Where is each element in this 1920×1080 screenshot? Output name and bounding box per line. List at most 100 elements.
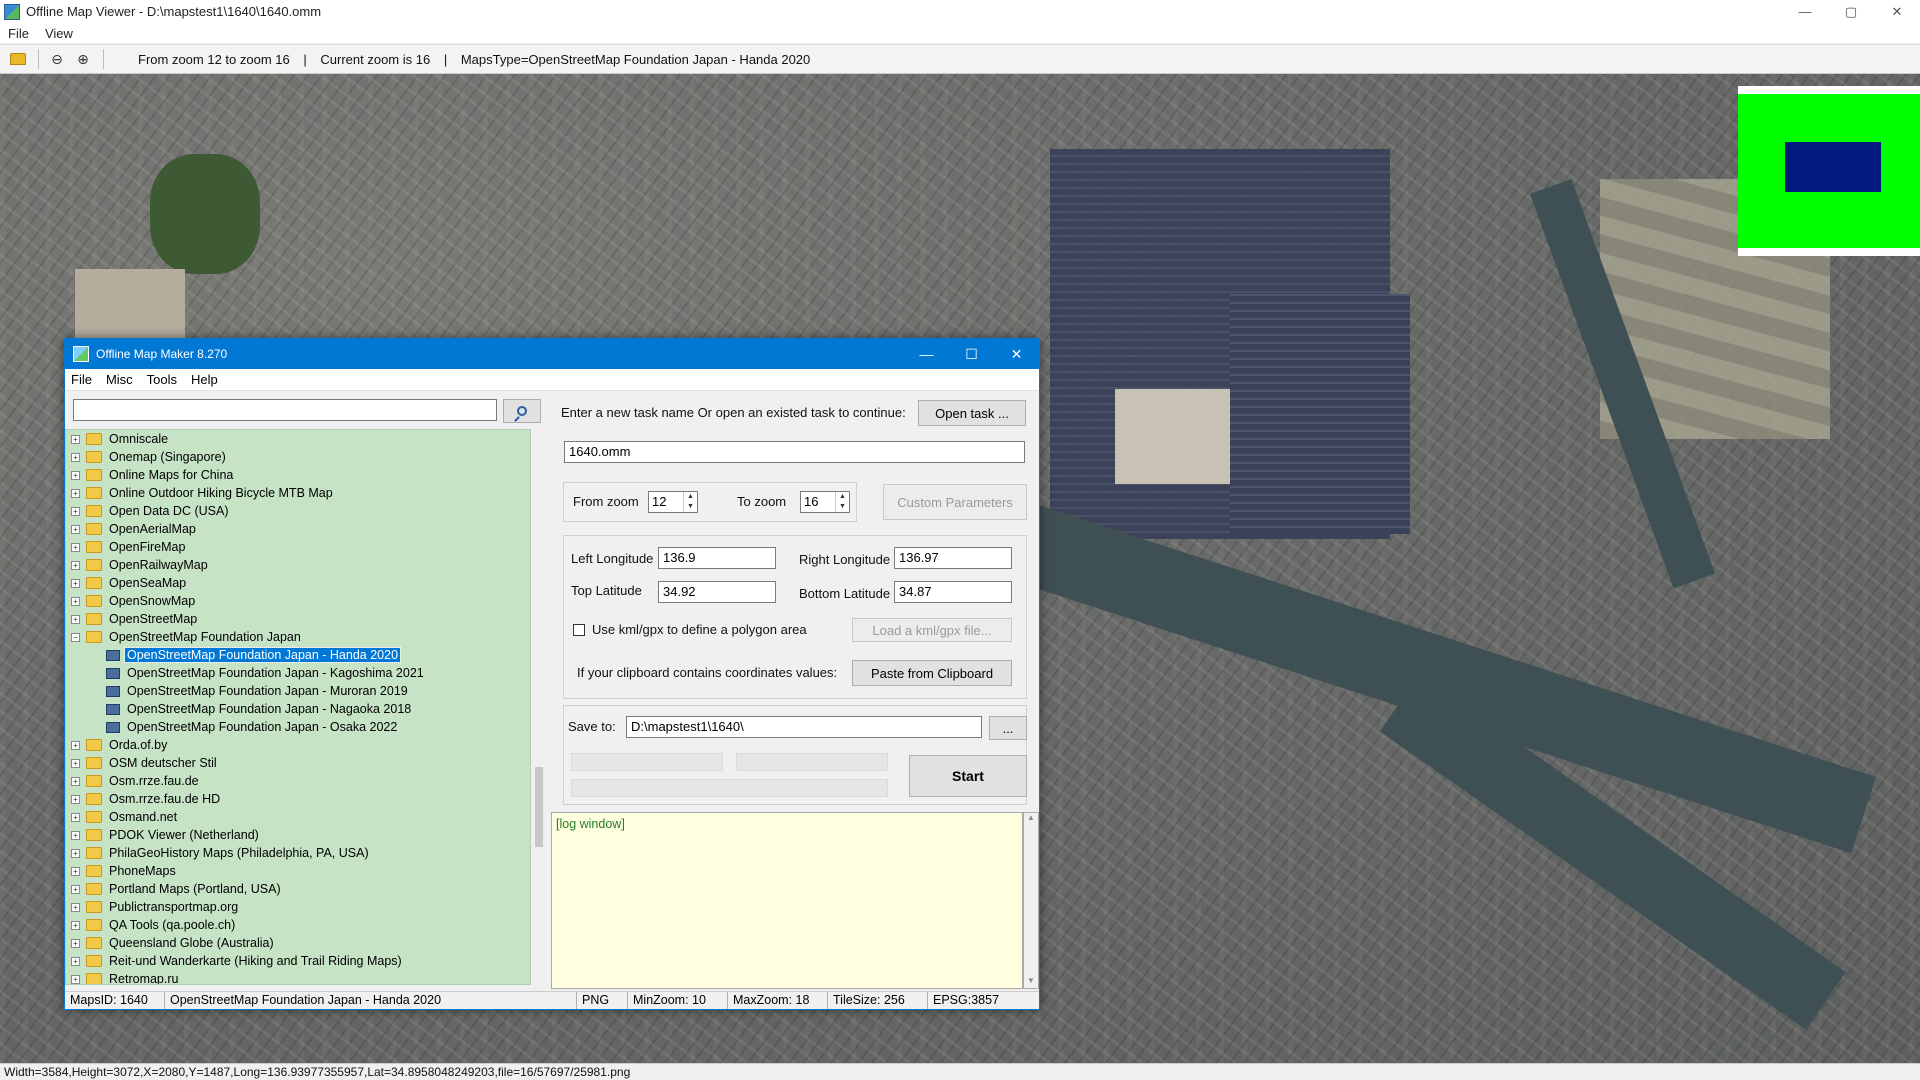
tree-map-item[interactable]: OpenStreetMap Foundation Japan - Osaka 2… bbox=[66, 718, 530, 736]
open-file-button[interactable] bbox=[6, 48, 30, 70]
tree-scrollbar[interactable] bbox=[531, 429, 547, 985]
tree-folder-item[interactable]: + OpenAerialMap bbox=[66, 520, 530, 538]
tree-folder-item[interactable]: − OpenStreetMap Foundation Japan bbox=[66, 628, 530, 646]
browse-button[interactable]: ... bbox=[989, 716, 1027, 740]
expand-icon[interactable]: + bbox=[71, 524, 80, 534]
left-longitude-input[interactable]: 136.9 bbox=[658, 547, 776, 569]
menu-view[interactable]: View bbox=[45, 26, 73, 41]
overview-minimap[interactable] bbox=[1738, 86, 1920, 256]
expand-icon[interactable]: + bbox=[71, 740, 80, 750]
expand-icon[interactable]: + bbox=[71, 542, 80, 552]
dialog-menu-misc[interactable]: Misc bbox=[106, 372, 133, 387]
expand-icon[interactable]: + bbox=[71, 488, 80, 498]
tree-folder-item[interactable]: + Open Data DC (USA) bbox=[66, 502, 530, 520]
scroll-down-icon[interactable]: ▼ bbox=[1024, 976, 1038, 988]
tree-map-item[interactable]: OpenStreetMap Foundation Japan - Nagaoka… bbox=[66, 700, 530, 718]
load-kml-button[interactable]: Load a kml/gpx file... bbox=[852, 618, 1012, 642]
tree-folder-item[interactable]: + Publictransportmap.org bbox=[66, 898, 530, 916]
minimize-button[interactable]: — bbox=[1782, 0, 1828, 23]
tree-folder-item[interactable]: + Queensland Globe (Australia) bbox=[66, 934, 530, 952]
tree-folder-item[interactable]: + PhoneMaps bbox=[66, 862, 530, 880]
tree-folder-item[interactable]: + OpenStreetMap bbox=[66, 610, 530, 628]
tree-folder-item[interactable]: + Online Outdoor Hiking Bicycle MTB Map bbox=[66, 484, 530, 502]
dialog-menu-tools[interactable]: Tools bbox=[147, 372, 177, 387]
expand-icon[interactable]: + bbox=[71, 812, 80, 822]
spin-down-icon[interactable]: ▼ bbox=[684, 502, 697, 512]
tree-folder-item[interactable]: + OpenFireMap bbox=[66, 538, 530, 556]
close-button[interactable]: ✕ bbox=[1874, 0, 1920, 23]
tree-scroll-thumb[interactable] bbox=[535, 767, 543, 847]
log-window[interactable]: [log window] bbox=[551, 812, 1023, 989]
tree-folder-item[interactable]: + Osm.rrze.fau.de bbox=[66, 772, 530, 790]
tree-folder-item[interactable]: + Onemap (Singapore) bbox=[66, 448, 530, 466]
tree-map-item[interactable]: OpenStreetMap Foundation Japan - Handa 2… bbox=[66, 646, 530, 664]
save-path-input[interactable]: D:\mapstest1\1640\ bbox=[626, 716, 982, 738]
paste-clipboard-button[interactable]: Paste from Clipboard bbox=[852, 660, 1012, 686]
expand-icon[interactable]: + bbox=[71, 794, 80, 804]
expand-icon[interactable]: + bbox=[71, 902, 80, 912]
tree-map-item[interactable]: OpenStreetMap Foundation Japan - Muroran… bbox=[66, 682, 530, 700]
expand-icon[interactable]: + bbox=[71, 938, 80, 948]
zoom-in-button[interactable]: ⊕ bbox=[71, 48, 95, 70]
log-scrollbar[interactable]: ▲ ▼ bbox=[1023, 812, 1039, 989]
spin-up-icon[interactable]: ▲ bbox=[836, 492, 849, 502]
expand-icon[interactable]: + bbox=[71, 974, 80, 984]
tree-folder-item[interactable]: + PDOK Viewer (Netherland) bbox=[66, 826, 530, 844]
spin-up-icon[interactable]: ▲ bbox=[684, 492, 697, 502]
menu-file[interactable]: File bbox=[8, 26, 29, 41]
overview-viewport[interactable] bbox=[1785, 142, 1881, 192]
tree-folder-item[interactable]: + Osmand.net bbox=[66, 808, 530, 826]
tree-folder-item[interactable]: + Orda.of.by bbox=[66, 736, 530, 754]
bottom-latitude-input[interactable]: 34.87 bbox=[894, 581, 1012, 603]
task-name-input[interactable]: 1640.omm bbox=[564, 441, 1025, 463]
expand-icon[interactable]: + bbox=[71, 596, 80, 606]
expand-icon[interactable]: + bbox=[71, 560, 80, 570]
scroll-up-icon[interactable]: ▲ bbox=[1024, 813, 1038, 825]
tree-folder-item[interactable]: + OpenSeaMap bbox=[66, 574, 530, 592]
map-search-button[interactable] bbox=[503, 399, 541, 423]
collapse-icon[interactable]: − bbox=[71, 632, 80, 642]
dialog-minimize-button[interactable]: — bbox=[904, 339, 949, 369]
tree-folder-item[interactable]: + Retromap.ru bbox=[66, 970, 530, 984]
custom-parameters-button[interactable]: Custom Parameters bbox=[883, 484, 1027, 520]
to-zoom-stepper[interactable]: 16 ▲ ▼ bbox=[800, 491, 850, 513]
expand-icon[interactable]: + bbox=[71, 434, 80, 444]
expand-icon[interactable]: + bbox=[71, 830, 80, 840]
expand-icon[interactable]: + bbox=[71, 776, 80, 786]
open-task-button[interactable]: Open task ... bbox=[918, 400, 1026, 426]
zoom-out-button[interactable]: ⊖ bbox=[45, 48, 69, 70]
expand-icon[interactable]: + bbox=[71, 470, 80, 480]
expand-icon[interactable]: + bbox=[71, 506, 80, 516]
tree-folder-item[interactable]: + Online Maps for China bbox=[66, 466, 530, 484]
expand-icon[interactable]: + bbox=[71, 452, 80, 462]
tree-folder-item[interactable]: + OSM deutscher Stil bbox=[66, 754, 530, 772]
tree-folder-item[interactable]: + Osm.rrze.fau.de HD bbox=[66, 790, 530, 808]
start-button[interactable]: Start bbox=[909, 755, 1027, 797]
dialog-close-button[interactable]: ✕ bbox=[994, 339, 1039, 369]
tree-folder-item[interactable]: + Portland Maps (Portland, USA) bbox=[66, 880, 530, 898]
expand-icon[interactable]: + bbox=[71, 758, 80, 768]
tree-folder-item[interactable]: + PhilaGeoHistory Maps (Philadelphia, PA,… bbox=[66, 844, 530, 862]
tree-folder-item[interactable]: + OpenSnowMap bbox=[66, 592, 530, 610]
dialog-menu-help[interactable]: Help bbox=[191, 372, 218, 387]
polygon-checkbox[interactable] bbox=[573, 624, 585, 636]
expand-icon[interactable]: + bbox=[71, 866, 80, 876]
right-longitude-input[interactable]: 136.97 bbox=[894, 547, 1012, 569]
expand-icon[interactable]: + bbox=[71, 578, 80, 588]
tree-folder-item[interactable]: + OpenRailwayMap bbox=[66, 556, 530, 574]
expand-icon[interactable]: + bbox=[71, 920, 80, 930]
top-latitude-input[interactable]: 34.92 bbox=[658, 581, 776, 603]
tree-map-item[interactable]: OpenStreetMap Foundation Japan - Kagoshi… bbox=[66, 664, 530, 682]
expand-icon[interactable]: + bbox=[71, 884, 80, 894]
dialog-title-bar[interactable]: Offline Map Maker 8.270 — ☐ ✕ bbox=[65, 339, 1039, 369]
map-search-input[interactable] bbox=[73, 399, 497, 421]
tree-folder-item[interactable]: + Reit-und Wanderkarte (Hiking and Trail … bbox=[66, 952, 530, 970]
tree-folder-item[interactable]: + Omniscale bbox=[66, 430, 530, 448]
expand-icon[interactable]: + bbox=[71, 614, 80, 624]
maximize-button[interactable]: ▢ bbox=[1828, 0, 1874, 23]
from-zoom-stepper[interactable]: 12 ▲ ▼ bbox=[648, 491, 698, 513]
dialog-menu-file[interactable]: File bbox=[71, 372, 92, 387]
tree-folder-item[interactable]: + QA Tools (qa.poole.ch) bbox=[66, 916, 530, 934]
expand-icon[interactable]: + bbox=[71, 848, 80, 858]
dialog-maximize-button[interactable]: ☐ bbox=[949, 339, 994, 369]
